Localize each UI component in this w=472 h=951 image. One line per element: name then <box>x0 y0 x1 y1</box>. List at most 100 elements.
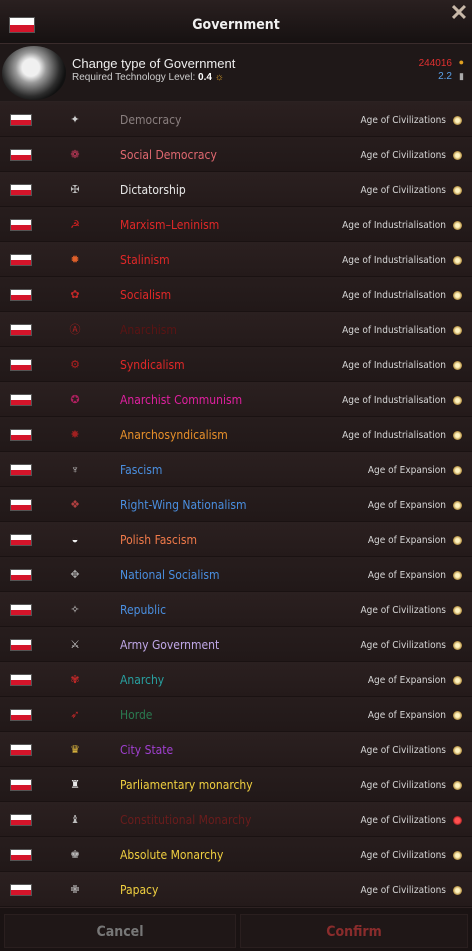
government-name: Parliamentary monarchy <box>120 778 253 792</box>
papacy-icon: ✙ <box>70 884 80 896</box>
government-row[interactable]: ✸ Anarchosyndicalism Age of Industrialisat… <box>0 417 472 452</box>
flag-icon <box>10 534 32 546</box>
available-status-icon <box>453 326 462 335</box>
government-row[interactable]: ✪ Anarchist Communism Age of Industrialisa… <box>0 382 472 417</box>
government-name: Horde <box>120 708 153 722</box>
government-age: Age of Expansion <box>367 570 446 581</box>
government-row[interactable]: ♜ Parliamentary monarchy Age of Civilizati… <box>0 767 472 802</box>
government-name: Right-Wing Nationalism <box>120 498 247 512</box>
flag-icon <box>10 429 32 441</box>
government-row[interactable]: ◒ Polish Fascism Age of Expansion <box>0 522 472 557</box>
government-name: Democracy <box>120 113 182 127</box>
flag-icon <box>10 324 32 336</box>
flag-icon <box>10 394 32 406</box>
confirm-button[interactable]: Confirm <box>240 914 468 948</box>
government-row[interactable]: ❖ Right-Wing Nationalism Age of Expansion <box>0 487 472 522</box>
government-row[interactable]: ⚙ Syndicalism Age of Industrialisation <box>0 347 472 382</box>
army-government-icon: ⚔ <box>70 639 80 651</box>
available-status-icon <box>453 886 462 895</box>
government-name: Anarchist Communism <box>120 393 243 407</box>
available-status-icon <box>453 781 462 790</box>
government-row[interactable]: ✿ Socialism Age of Industrialisation <box>0 277 472 312</box>
available-status-icon <box>453 186 462 195</box>
government-name: Syndicalism <box>120 358 185 372</box>
government-name: Constitutional Monarchy <box>120 813 252 827</box>
available-status-icon <box>453 116 462 125</box>
anarchism-icon: Ⓐ <box>69 324 81 336</box>
flag-icon <box>10 604 32 616</box>
required-technology-value: 0.4 <box>198 72 212 83</box>
government-age: Age of Industrialisation <box>342 220 446 231</box>
government-row[interactable]: ♆ Fascism Age of Expansion <box>0 452 472 487</box>
available-status-icon <box>453 536 462 545</box>
government-list: ✦ Democracy Age of Civilizations ❁ Social De… <box>0 102 472 907</box>
syndicalism-icon: ⚙ <box>70 359 80 371</box>
socialism-icon: ✿ <box>70 289 80 301</box>
government-row[interactable]: ✾ Anarchy Age of Expansion <box>0 662 472 697</box>
government-row[interactable]: ✙ Papacy Age of Civilizations <box>0 872 472 907</box>
social-democracy-icon: ❁ <box>70 149 80 161</box>
government-name: Social Democracy <box>120 148 217 162</box>
available-status-icon <box>453 431 462 440</box>
required-technology-label: Required Technology Level: <box>72 72 199 83</box>
locked-status-icon <box>453 816 462 825</box>
government-name: Republic <box>120 603 167 617</box>
available-status-icon <box>453 256 462 265</box>
government-row[interactable]: ✹ Stalinism Age of Industrialisation <box>0 242 472 277</box>
government-age: Age of Civilizations <box>360 745 446 756</box>
government-name: Marxism–Leninism <box>120 218 220 232</box>
required-technology: Required Technology Level: 0.4 ☼ <box>72 72 224 83</box>
footer: Cancel Confirm <box>0 907 472 951</box>
flag-icon <box>10 219 32 231</box>
government-row[interactable]: ☭ Marxism–Leninism Age of Industrialisatio… <box>0 207 472 242</box>
anarchist-communism-icon: ✪ <box>70 394 80 406</box>
government-age: Age of Civilizations <box>360 885 446 896</box>
government-row[interactable]: ➶ Horde Age of Expansion <box>0 697 472 732</box>
government-row[interactable]: ✧ Republic Age of Civilizations <box>0 592 472 627</box>
government-age: Age of Industrialisation <box>342 325 446 336</box>
government-row[interactable]: ✥ National Socialism Age of Expansion <box>0 557 472 592</box>
flag-icon <box>10 814 32 826</box>
flag-icon <box>10 289 32 301</box>
government-age: Age of Civilizations <box>360 815 446 826</box>
government-row[interactable]: Ⓐ Anarchism Age of Industrialisation <box>0 312 472 347</box>
gold-cost: 244016 <box>418 58 452 69</box>
available-status-icon <box>453 501 462 510</box>
flag-icon <box>10 464 32 476</box>
flag-icon <box>10 744 32 756</box>
government-age: Age of Civilizations <box>360 780 446 791</box>
government-age: Age of Industrialisation <box>342 430 446 441</box>
gold-coin-icon: ● <box>458 57 464 67</box>
government-row[interactable]: ♚ Absolute Monarchy Age of Civilizations <box>0 837 472 872</box>
government-name: Polish Fascism <box>120 533 198 547</box>
government-row[interactable]: ♛ City State Age of Civilizations <box>0 732 472 767</box>
government-row[interactable]: ❁ Social Democracy Age of Civilizations <box>0 137 472 172</box>
government-row[interactable]: ✦ Democracy Age of Civilizations <box>0 102 472 137</box>
close-icon[interactable]: ✕ <box>448 2 470 24</box>
government-age: Age of Expansion <box>367 675 446 686</box>
government-row[interactable]: ⚔ Army Government Age of Civilizations <box>0 627 472 662</box>
government-age: Age of Expansion <box>367 465 446 476</box>
available-status-icon <box>453 746 462 755</box>
absolute-monarchy-icon: ♚ <box>70 849 80 861</box>
info-panel: Change type of Government Required Techn… <box>0 44 472 102</box>
cancel-button[interactable]: Cancel <box>4 914 236 948</box>
parliamentary-monarchy-icon: ♜ <box>70 779 80 791</box>
government-name: Anarchism <box>120 323 177 337</box>
government-row[interactable]: ♝ Constitutional Monarchy Age of Civilizat… <box>0 802 472 837</box>
anarchosyndicalism-icon: ✸ <box>70 429 80 441</box>
government-row[interactable]: ✠ Dictatorship Age of Civilizations <box>0 172 472 207</box>
title-bar: Government ✕ <box>0 0 472 44</box>
available-status-icon <box>453 361 462 370</box>
government-age: Age of Industrialisation <box>342 255 446 266</box>
stalinism-icon: ✹ <box>70 254 80 266</box>
anarchy-icon: ✾ <box>70 674 80 686</box>
government-age: Age of Civilizations <box>360 150 446 161</box>
movement-icon: ▮ <box>459 71 464 81</box>
available-status-icon <box>453 151 462 160</box>
government-age: Age of Civilizations <box>360 115 446 126</box>
flag-icon <box>10 254 32 266</box>
government-age: Age of Industrialisation <box>342 360 446 371</box>
window-title: Government <box>192 17 280 33</box>
available-status-icon <box>453 466 462 475</box>
